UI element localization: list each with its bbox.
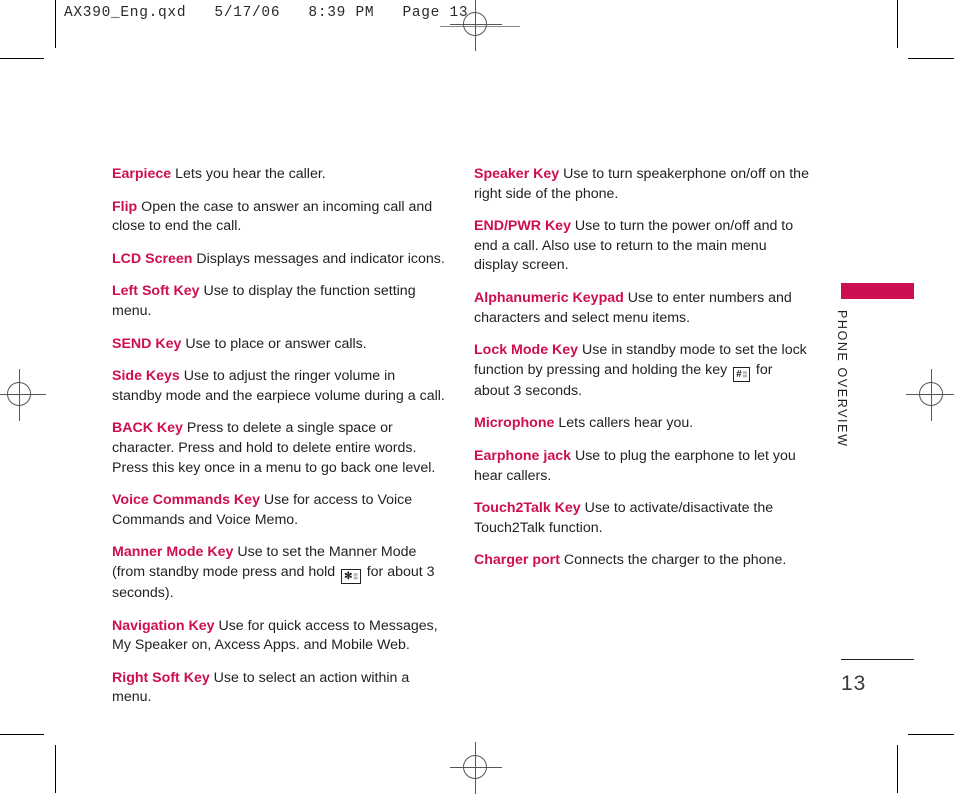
entry-back-key: BACK Key Press to delete a single space … <box>112 419 448 478</box>
entry-touch2talk-key: Touch2Talk Key Use to activate/disactiva… <box>474 499 810 538</box>
registration-mark-bottom <box>450 742 502 794</box>
entry-charger-port: Charger port Connects the charger to the… <box>474 551 810 571</box>
term-description: Use to place or answer calls. <box>181 335 367 352</box>
crop-mark-bottom-left-horizontal <box>0 734 44 735</box>
entry-right-soft-key: Right Soft Key Use to select an action w… <box>112 669 448 708</box>
term-label: Earphone jack <box>474 447 571 464</box>
crop-mark-top-right-horizontal <box>908 58 954 59</box>
pound-key-icon: #▒ <box>733 366 750 382</box>
crop-mark-top-left-vertical <box>55 0 56 48</box>
term-description: Lets callers hear you. <box>554 415 694 432</box>
registration-mark-left <box>0 369 46 421</box>
term-label: END/PWR Key <box>474 218 571 235</box>
prepress-slug: AX390_Eng.qxd 5/17/06 8:39 PM Page 13 <box>64 5 469 21</box>
term-label: BACK Key <box>112 420 183 437</box>
entry-lcd-screen: LCD Screen Displays messages and indicat… <box>112 250 448 270</box>
term-description: Open the case to answer an incoming call… <box>112 198 433 235</box>
term-label: SEND Key <box>112 335 182 352</box>
entry-earpiece: Earpiece Lets you hear the caller. <box>112 165 448 185</box>
term-description: Lets you hear the caller. <box>171 166 326 182</box>
crop-mark-top-right-vertical <box>897 0 898 48</box>
term-label: Left Soft Key <box>112 283 200 300</box>
running-head-label: PHONE OVERVIEW <box>835 310 849 448</box>
term-description: Displays messages and indicator icons. <box>192 250 445 267</box>
term-label: Voice Commands Key <box>112 492 260 509</box>
star-key-sub-glyph: ▒ <box>353 573 358 580</box>
entry-lock-mode-key: Lock Mode Key Use in standby mode to set… <box>474 341 810 401</box>
term-label: LCD Screen <box>112 250 193 267</box>
crop-mark-bottom-right-vertical <box>897 745 898 793</box>
entry-voice-commands-key: Voice Commands Key Use for access to Voi… <box>112 491 448 530</box>
term-label: Lock Mode Key <box>474 342 579 359</box>
term-label: Earpiece <box>112 166 172 182</box>
registration-mark-right <box>906 369 954 421</box>
entry-earphone-jack: Earphone jack Use to plug the earphone t… <box>474 447 810 486</box>
crop-mark-bottom-right-horizontal <box>908 734 954 735</box>
entry-manner-mode-key: Manner Mode Key Use to set the Manner Mo… <box>112 543 448 603</box>
term-label: Navigation Key <box>112 617 215 634</box>
pound-key-glyph: # <box>736 368 742 380</box>
crop-mark-top-left-horizontal <box>0 58 44 59</box>
crop-mark-bottom-left-vertical <box>55 745 56 793</box>
entry-side-keys: Side Keys Use to adjust the ringer volum… <box>112 367 448 406</box>
term-label: Flip <box>112 198 138 215</box>
entry-flip: Flip Open the case to answer an incoming… <box>112 198 448 237</box>
entry-alphanumeric-keypad: Alphanumeric Keypad Use to enter numbers… <box>474 289 810 328</box>
term-label: Manner Mode Key <box>112 544 234 561</box>
right-text-column: Speaker Key Use to turn speakerphone on/… <box>474 165 810 571</box>
entry-microphone: Microphone Lets callers hear you. <box>474 414 810 434</box>
entry-end-pwr-key: END/PWR Key Use to turn the power on/off… <box>474 217 810 276</box>
term-label: Speaker Key <box>474 166 560 182</box>
term-label: Right Soft Key <box>112 669 210 686</box>
term-description: Connects the charger to the phone. <box>559 552 787 569</box>
pound-key-sub-glyph: ▒ <box>742 371 747 378</box>
star-key-icon: ✻▒ <box>341 568 361 584</box>
entry-left-soft-key: Left Soft Key Use to display the functio… <box>112 282 448 321</box>
term-label: Alphanumeric Keypad <box>474 289 624 306</box>
entry-speaker-key: Speaker Key Use to turn speakerphone on/… <box>474 165 810 204</box>
entry-navigation-key: Navigation Key Use for quick access to M… <box>112 617 448 656</box>
star-key-glyph: ✻ <box>344 570 353 582</box>
entry-send-key: SEND Key Use to place or answer calls. <box>112 335 448 355</box>
term-label: Microphone <box>474 415 555 432</box>
left-text-column: Earpiece Lets you hear the caller. Flip … <box>112 165 448 708</box>
folio-rule <box>841 659 914 660</box>
term-label: Touch2Talk Key <box>474 500 581 517</box>
term-label: Charger port <box>474 552 560 569</box>
page-number: 13 <box>841 672 867 695</box>
running-head-accent-bar <box>841 283 914 299</box>
term-label: Side Keys <box>112 368 180 385</box>
